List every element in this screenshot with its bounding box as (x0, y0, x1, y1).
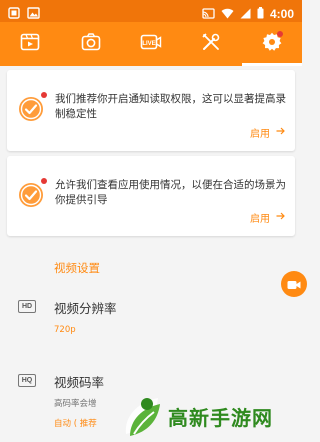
row-title: 视频分辨率 (54, 301, 117, 316)
tab-live[interactable]: LIVE (121, 22, 181, 66)
live-icon: LIVE (140, 33, 162, 55)
card-message: 我们推荐你开启通知读取权限，这可以显著提高录制稳定性 (55, 93, 286, 120)
cast-icon (202, 4, 215, 23)
row-value: 自动 ( 推荐 (54, 419, 97, 429)
status-bar: 4:00 (0, 0, 302, 22)
watermark-logo: 高新手游网 (120, 390, 302, 442)
hq-icon: HQ (18, 374, 36, 387)
signal-icon (240, 4, 251, 23)
row-value: 720p (54, 325, 76, 335)
leaf-logo-icon (120, 390, 168, 442)
floating-record-button[interactable] (281, 271, 307, 297)
usage-permission-card: 允许我们查看应用使用情况，以便在合适的场景为你提供引导 启用 (7, 156, 295, 236)
tab-screenshot[interactable] (60, 22, 120, 66)
enable-button[interactable]: 启用 (250, 210, 285, 225)
hd-icon: HD (18, 300, 36, 313)
card-badge-dot (41, 92, 47, 98)
enable-label: 启用 (250, 214, 270, 225)
app-icon (8, 4, 20, 23)
check-circle-icon (17, 95, 45, 123)
tab-tools[interactable] (181, 22, 241, 66)
enable-button[interactable]: 启用 (250, 125, 285, 140)
notification-permission-card: 我们推荐你开启通知读取权限，这可以显著提高录制稳定性 启用 (7, 70, 295, 151)
arrow-right-icon (276, 212, 285, 223)
main-toolbar: LIVE (0, 22, 303, 66)
tab-settings[interactable] (241, 22, 303, 66)
status-time: 4:00 (269, 6, 294, 21)
settings-badge-dot (277, 31, 284, 37)
check-circle-icon (17, 181, 45, 209)
row-title: 视频码率 (54, 375, 105, 390)
wifi-icon (221, 4, 234, 23)
section-title: 视频设置 (54, 261, 100, 275)
tab-video-list[interactable] (0, 22, 60, 66)
enable-label: 启用 (250, 129, 270, 140)
tools-icon (201, 32, 221, 56)
card-badge-dot (41, 178, 47, 184)
image-icon (27, 4, 40, 23)
card-message: 允许我们查看应用使用情况，以便在合适的场景为你提供引导 (55, 179, 286, 206)
video-camera-icon (287, 275, 301, 294)
arrow-right-icon (276, 127, 285, 138)
camera-icon (81, 33, 101, 55)
watermark-text: 高新手游网 (168, 406, 273, 430)
video-list-icon (20, 33, 40, 55)
battery-icon (257, 4, 264, 23)
row-description: 高码率会增 (54, 399, 97, 409)
svg-text:LIVE: LIVE (142, 41, 155, 47)
